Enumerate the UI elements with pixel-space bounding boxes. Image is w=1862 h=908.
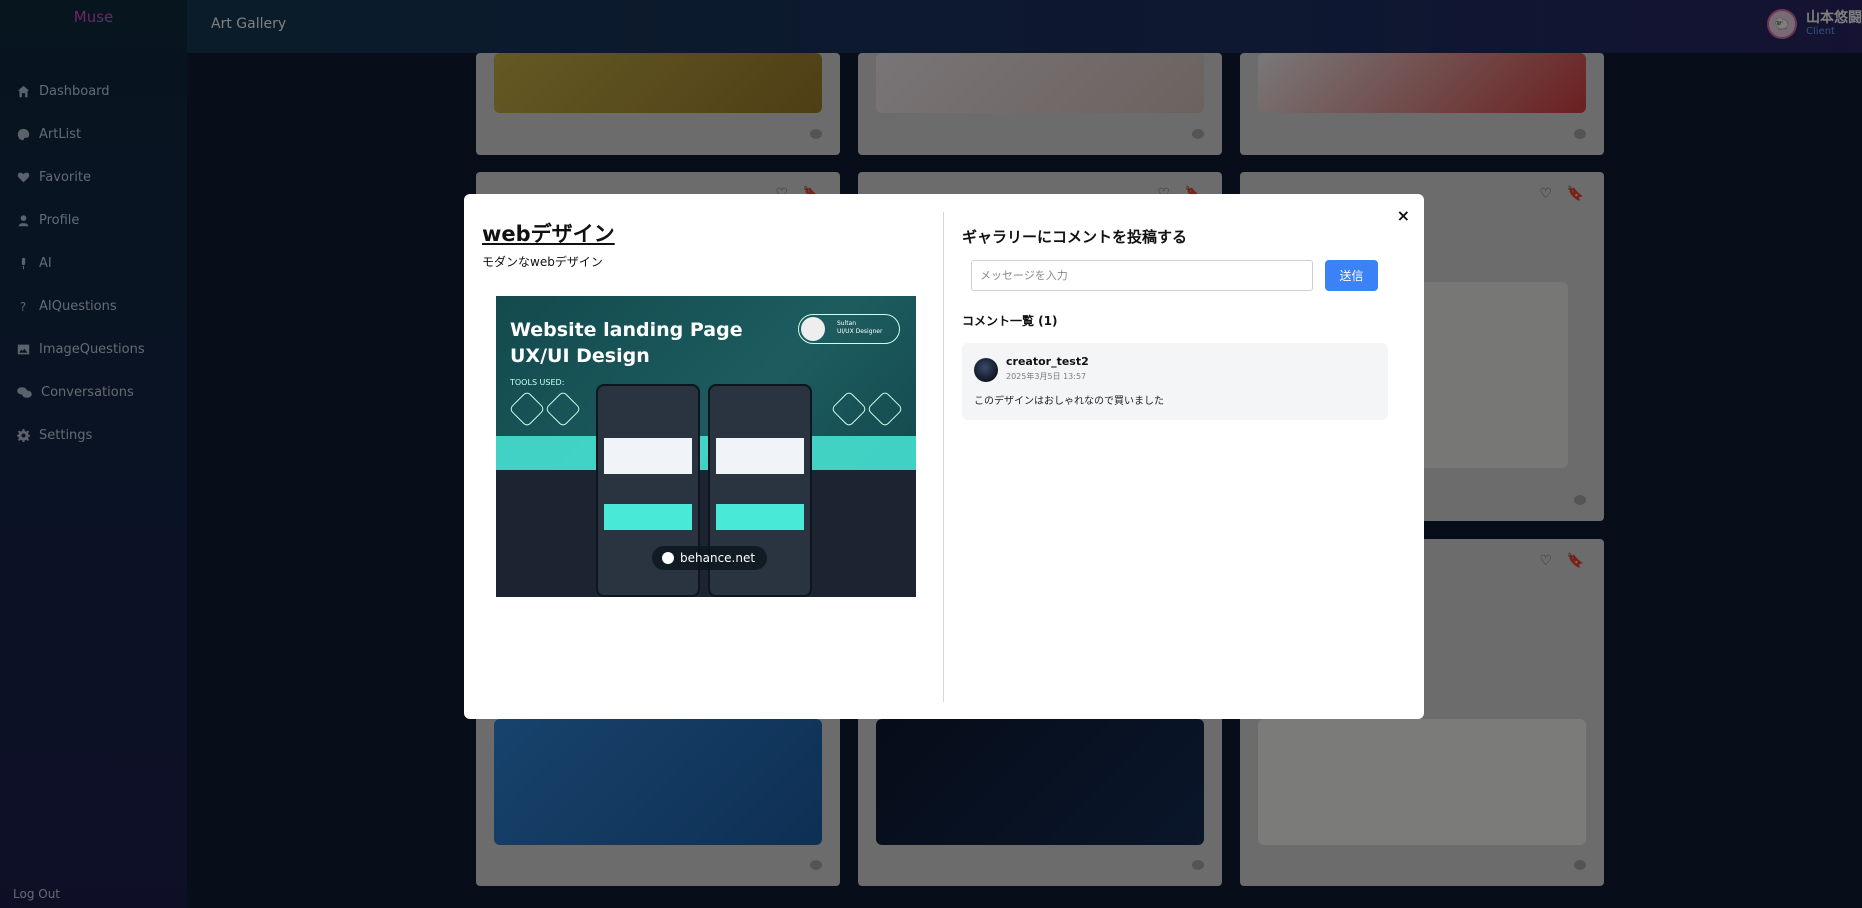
phone-chart bbox=[716, 438, 804, 474]
art-detail-modal: × webデザイン モダンなwebデザイン Website landing Pa… bbox=[464, 194, 1424, 719]
photoshop-icon bbox=[544, 390, 582, 428]
comment-item: creator_test2 2025年3月5日 13:57 このデザインはおしゃ… bbox=[962, 343, 1388, 420]
designer-badge: Sultan UI/UX Designer bbox=[798, 314, 900, 344]
comment-username[interactable]: creator_test2 bbox=[1006, 355, 1089, 368]
figma-icon bbox=[508, 390, 546, 428]
phone-band bbox=[604, 504, 692, 530]
designer-info: Sultan UI/UX Designer bbox=[837, 320, 882, 337]
avatar[interactable] bbox=[974, 358, 998, 382]
designer-role: UI/UX Designer bbox=[837, 328, 883, 336]
xd-icon bbox=[866, 390, 904, 428]
designer-avatar bbox=[801, 317, 825, 341]
designer-name: Sultan bbox=[837, 320, 857, 327]
artwork-heading: Website landing Page UX/UI Design bbox=[510, 318, 743, 369]
artwork-image: Website landing Page UX/UI Design TOOLS … bbox=[496, 296, 916, 597]
close-icon[interactable]: × bbox=[1397, 206, 1410, 225]
art-title[interactable]: webデザイン bbox=[482, 218, 615, 248]
phone-chart bbox=[604, 438, 692, 474]
art-subtitle: モダンなwebデザイン bbox=[482, 255, 603, 269]
sketch-icon bbox=[830, 390, 868, 428]
artwork-heading-line: UX/UI Design bbox=[510, 344, 650, 367]
watermark-badge: behance.net bbox=[652, 546, 768, 570]
comment-text: このデザインはおしゃれなので買いました bbox=[974, 396, 1164, 407]
message-input[interactable] bbox=[971, 260, 1313, 291]
divider bbox=[943, 212, 944, 702]
artwork-footer bbox=[496, 470, 916, 597]
comment-list-heading: コメント一覧 (1) bbox=[962, 314, 1058, 328]
comment-timestamp: 2025年3月5日 13:57 bbox=[1006, 372, 1087, 381]
comment-form-title: ギャラリーにコメントを投稿する bbox=[962, 228, 1188, 246]
artwork-tools-label: TOOLS USED: bbox=[510, 378, 565, 387]
artwork-heading-line: Website landing Page bbox=[510, 319, 743, 341]
phone-band bbox=[716, 504, 804, 530]
send-button[interactable]: 送信 bbox=[1325, 260, 1378, 291]
artwork-band bbox=[496, 436, 916, 470]
